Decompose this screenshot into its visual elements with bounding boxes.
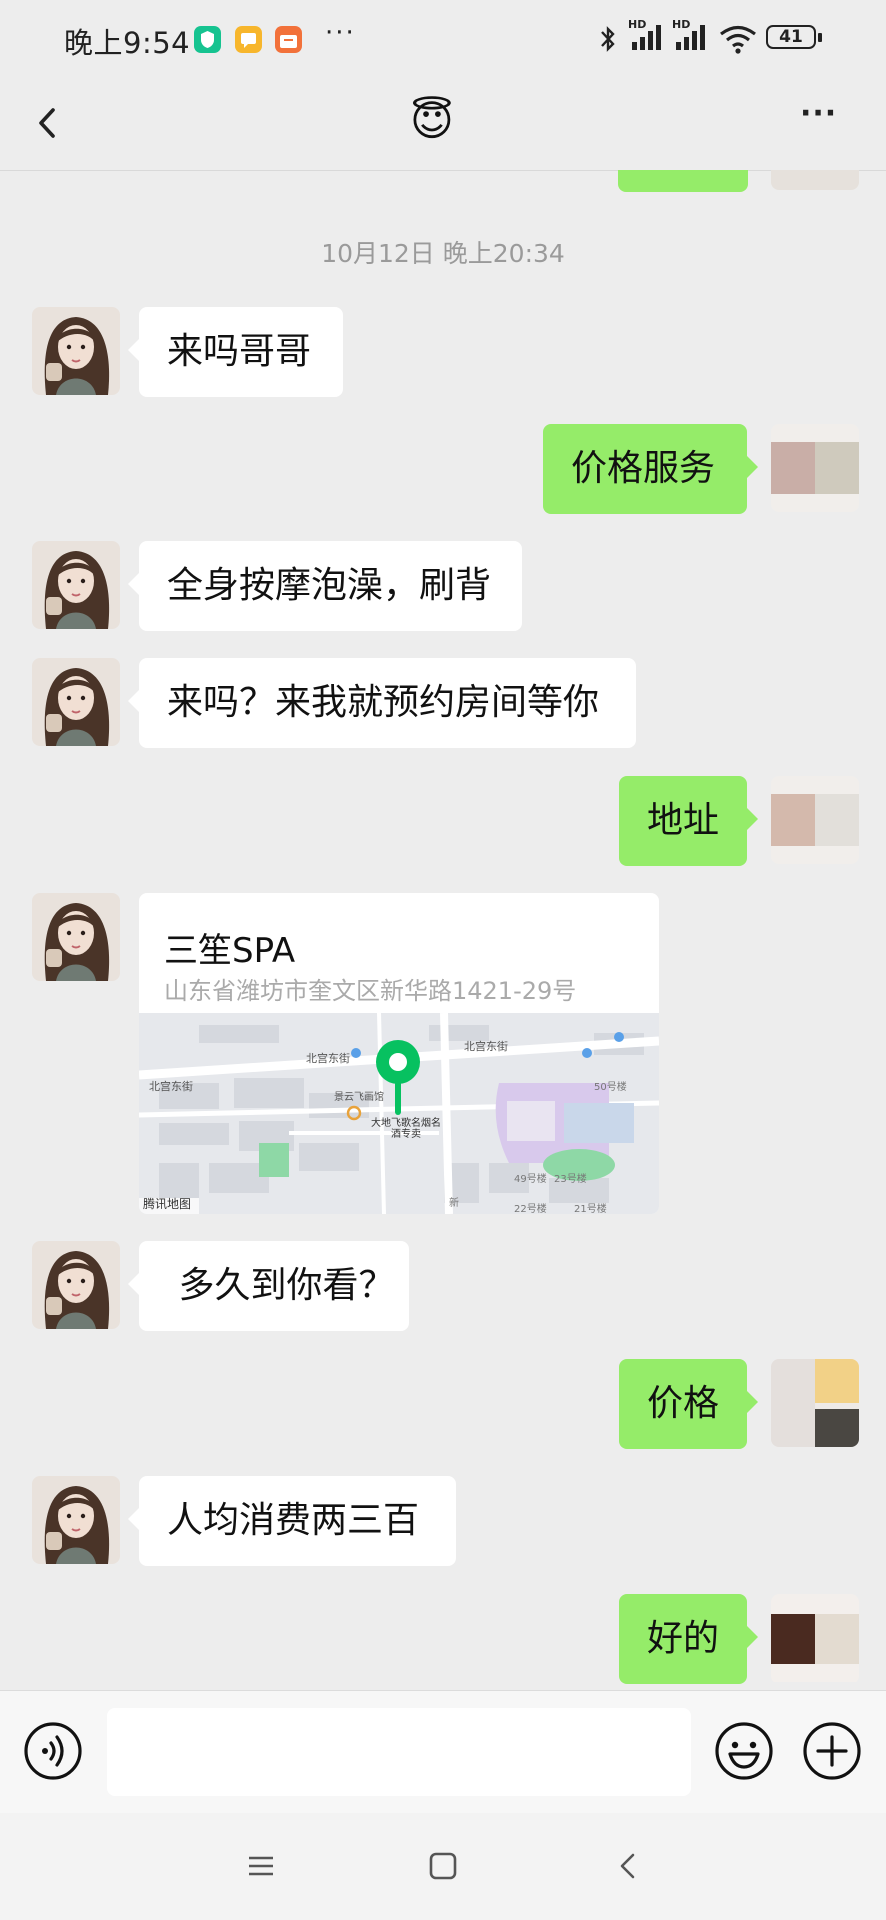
my-avatar[interactable] (771, 1359, 859, 1447)
contact-avatar[interactable] (32, 541, 120, 629)
message-text: 价格服务 (571, 448, 716, 489)
contact-avatar[interactable] (32, 658, 120, 746)
message-text: 地址 (647, 800, 720, 841)
location-map[interactable]: 北宫东街 北宫东街 北宫东街 景云飞画馆 大地飞歌名烟名酒专卖 50号楼 49号… (139, 1013, 659, 1214)
location-card[interactable]: 三笙SPA 山东省潍坊市奎文区新华路1421-29号 北宫东街 北宫东街 北宫东… (139, 893, 659, 1214)
contact-avatar[interactable] (32, 1241, 120, 1329)
message-text: 来吗哥哥 (167, 331, 312, 372)
voice-button[interactable] (23, 1721, 83, 1785)
map-label: 21号楼 (574, 1204, 607, 1214)
security-app-icon (194, 26, 221, 53)
message-timestamp: 10月12日 晚上20:34 (321, 239, 565, 268)
back-icon (620, 1853, 635, 1879)
message-input[interactable] (107, 1708, 691, 1796)
plus-icon (803, 1722, 861, 1780)
map-provider-label: 腾讯地图 (143, 1197, 192, 1211)
more-options-button[interactable]: ··· (800, 96, 837, 131)
home-key[interactable] (428, 1851, 458, 1885)
map-label: 49号楼 (514, 1174, 547, 1185)
my-avatar[interactable] (771, 424, 859, 512)
location-address: 山东省潍坊市奎文区新华路1421-29号 (164, 977, 577, 1005)
contact-avatar[interactable] (32, 307, 120, 395)
status-bar: 晚上9:54 ··· HD HD 41 (0, 0, 886, 78)
my-avatar[interactable] (771, 776, 859, 864)
message-text: 来吗？来我就预约房间等你 (167, 682, 600, 723)
previous-message-avatar[interactable] (771, 170, 859, 190)
signal-label-1: HD (628, 18, 647, 31)
battery-indicator: 41 (766, 25, 816, 49)
message-bubble[interactable]: 多久到你看？ (128, 1241, 409, 1331)
system-nav-bar (0, 1813, 886, 1920)
emoji-icon (715, 1722, 773, 1780)
map-label: 北宫东街 (464, 1040, 508, 1053)
contact-avatar[interactable] (32, 893, 120, 981)
map-label: 大地飞歌名烟名酒专卖 (371, 1118, 441, 1140)
message-app-icon (235, 26, 262, 53)
location-title: 三笙SPA (164, 931, 296, 971)
more-functions-button[interactable] (802, 1721, 862, 1785)
shopping-app-icon (275, 26, 302, 53)
my-message-bubble[interactable]: 地址 (619, 776, 758, 866)
home-icon (429, 1852, 457, 1880)
notification-overflow-icon: ··· (325, 18, 356, 48)
message-bubble[interactable]: 来吗？来我就预约房间等你 (128, 658, 636, 748)
back-key[interactable] (614, 1851, 644, 1885)
input-bar (0, 1690, 886, 1814)
contact-avatar[interactable] (32, 1476, 120, 1564)
voice-icon (24, 1722, 82, 1780)
map-label: 北宫东街 (149, 1080, 193, 1093)
map-label: 新 (449, 1198, 459, 1209)
map-label: 北宫东街 (306, 1052, 350, 1065)
message-text: 人均消费两三百 (167, 1500, 420, 1541)
emoji-button[interactable] (714, 1721, 774, 1785)
status-time: 晚上9:54 (64, 26, 191, 60)
message-text: 价格 (647, 1383, 720, 1424)
menu-key[interactable] (246, 1851, 276, 1885)
back-button[interactable] (26, 98, 76, 148)
signal-label-2: HD (672, 18, 691, 31)
map-label: 23号楼 (554, 1174, 587, 1185)
chevron-left-icon (39, 108, 55, 138)
location-pin-icon (376, 1040, 420, 1115)
map-label: 50号楼 (594, 1082, 627, 1093)
message-text: 全身按摩泡澡，刷背 (167, 565, 492, 606)
chat-header: 😇 ··· (0, 78, 886, 171)
my-message-bubble[interactable]: 价格 (619, 1359, 758, 1449)
chat-title: 😇 (410, 96, 454, 145)
my-message-bubble[interactable]: 好的 (619, 1594, 758, 1684)
map-label: 22号楼 (514, 1204, 547, 1214)
menu-icon (249, 1856, 273, 1876)
message-bubble[interactable]: 人均消费两三百 (128, 1476, 456, 1566)
message-text: 多久到你看？ (167, 1265, 395, 1306)
message-bubble[interactable]: 来吗哥哥 (128, 307, 343, 397)
my-avatar[interactable] (771, 1594, 859, 1684)
wifi-icon (718, 24, 758, 58)
battery-tip (818, 33, 822, 42)
my-message-bubble[interactable]: 价格服务 (543, 424, 758, 514)
message-bubble[interactable]: 全身按摩泡澡，刷背 (128, 541, 522, 631)
message-text: 好的 (647, 1618, 720, 1659)
previous-message-bubble[interactable] (618, 170, 748, 192)
bluetooth-icon (598, 24, 618, 58)
